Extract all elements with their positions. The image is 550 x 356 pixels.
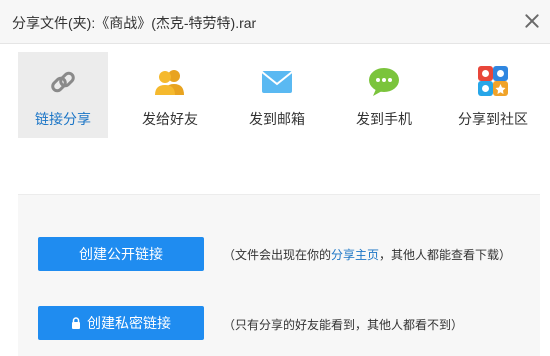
tab-send-to-email[interactable]: 发到邮箱 (232, 52, 322, 138)
tab-label: 发到邮箱 (249, 111, 305, 127)
mail-icon (261, 71, 293, 93)
public-link-description: （文件会出现在你的分享主页，其他人都能查看下载） (223, 246, 511, 263)
tab-share-to-community[interactable]: 分享到社区 (448, 52, 538, 138)
description-text: ，其他人都能查看下载） (379, 248, 512, 262)
tab-label: 链接分享 (35, 111, 91, 127)
tab-label: 分享到社区 (458, 111, 528, 127)
tab-label: 发给好友 (142, 111, 198, 127)
create-private-link-button[interactable]: 创建私密链接 (38, 306, 204, 340)
button-label: 创建私密链接 (87, 315, 171, 331)
tab-label: 发到手机 (356, 111, 412, 127)
dialog-title: 分享文件(夹):《商战》(杰克-特劳特).rar (12, 15, 257, 31)
link-share-panel: 创建公开链接 （文件会出现在你的分享主页，其他人都能查看下载） 创建私密链接 （… (18, 194, 540, 356)
friends-icon (155, 70, 184, 95)
sms-icon (369, 68, 399, 96)
share-method-tabs: 链接分享 发给好友 发到邮箱 发到手机 分享到社区 (18, 52, 540, 138)
tab-send-to-phone[interactable]: 发到手机 (339, 52, 429, 138)
lock-icon (72, 317, 80, 329)
button-label: 创建公开链接 (79, 246, 163, 262)
create-public-link-button[interactable]: 创建公开链接 (38, 237, 204, 271)
link-icon (51, 71, 75, 93)
share-homepage-link[interactable]: 分享主页 (331, 248, 379, 262)
private-link-description: （只有分享的好友能看到，其他人都看不到） (223, 318, 464, 332)
close-icon[interactable] (522, 11, 542, 31)
dialog-title-bar: 分享文件(夹):《商战》(杰克-特劳特).rar (0, 0, 550, 44)
tab-send-to-friends[interactable]: 发给好友 (125, 52, 215, 138)
description-text: （文件会出现在你的 (223, 248, 332, 262)
community-icon (478, 66, 508, 96)
tab-link-share[interactable]: 链接分享 (18, 52, 108, 138)
